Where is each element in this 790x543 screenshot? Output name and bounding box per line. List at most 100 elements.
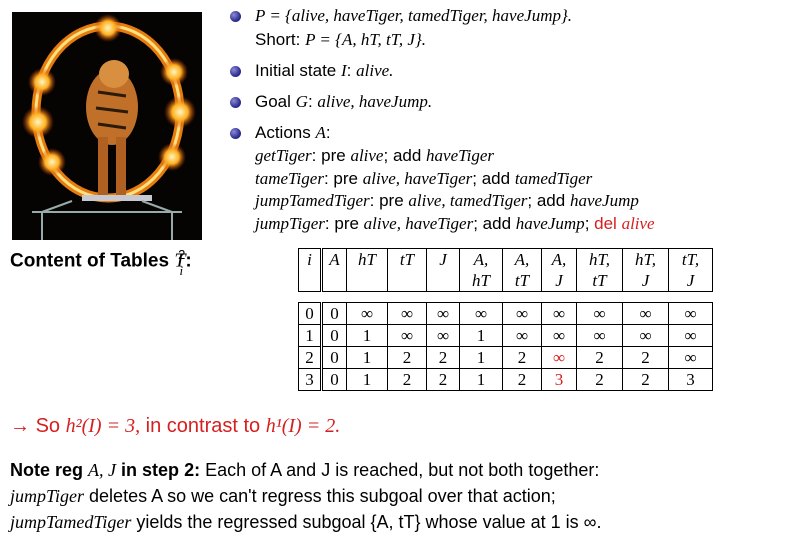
- header-line: J: [641, 271, 650, 290]
- pre-keyword: pre: [334, 213, 359, 233]
- table-cell: 2: [502, 346, 542, 369]
- table-cell: ∞: [459, 302, 503, 325]
- action-pre: alive, haveTiger: [362, 168, 473, 188]
- header-line: tT: [592, 271, 607, 290]
- add-keyword: add: [482, 213, 512, 233]
- table-cell: ∞: [541, 324, 577, 347]
- table-cell: 0: [321, 324, 347, 347]
- table-cell: ∞: [576, 324, 623, 347]
- action-pre: alive: [350, 146, 384, 165]
- propositions-def: P = {alive, haveTiger, tamedTiger, haveJ…: [255, 6, 573, 25]
- header-line: tT: [514, 271, 530, 290]
- note-step: 2:: [184, 460, 201, 480]
- add-keyword: add: [536, 191, 566, 210]
- add-keyword: add: [392, 146, 422, 165]
- conclusion-h2: h²(I) = 3,: [65, 415, 141, 437]
- table-cell: ∞: [622, 324, 669, 347]
- table-cell: 3: [668, 368, 713, 391]
- add-keyword: add: [481, 168, 511, 188]
- table-cell: 1: [459, 368, 503, 391]
- column-header: J: [426, 248, 460, 292]
- action-pre: alive, tamedTiger: [408, 191, 528, 210]
- table-cell: 2: [426, 368, 460, 391]
- table-body: 0 0 ∞ ∞ ∞ ∞ ∞ ∞ ∞ ∞ ∞ 1 0 1 ∞ ∞ 1 ∞ ∞ ∞ ∞ ∞ 2 0 1 2 2 1 2 ∞ 2 2 ∞ 3 0 1 2 2 1 2…: [298, 302, 713, 391]
- arrow-icon: →: [10, 415, 30, 437]
- header-line: i: [307, 250, 312, 269]
- action-del: alive: [621, 213, 655, 233]
- action-name: tameTiger: [255, 168, 324, 188]
- table-cell: ∞: [668, 324, 713, 347]
- conclusion-h1: h¹(I) = 2.: [265, 415, 341, 437]
- table-cell: ∞: [346, 302, 388, 325]
- table-cell: 3: [541, 368, 577, 391]
- conclusion: → So h²(I) = 3, in contrast to h¹(I) = 2…: [10, 415, 340, 438]
- goal-value: alive, haveJump.: [317, 92, 433, 111]
- table-cell: ∞: [387, 324, 427, 347]
- column-header: A, tT: [502, 248, 542, 292]
- table-title: Content of Tables Ti2:: [10, 247, 192, 279]
- header-line: A,: [473, 250, 489, 269]
- goal-var: G: [295, 92, 308, 111]
- table-cell: 2: [298, 346, 323, 369]
- table-cell: ∞: [668, 346, 713, 369]
- column-header: tT, J: [668, 248, 713, 292]
- conclusion-contrast: in contrast to: [145, 415, 261, 437]
- table-cell: ∞: [426, 302, 460, 325]
- table-cell: 2: [426, 346, 460, 369]
- table-cell: 1: [346, 346, 388, 369]
- action-add: tamedTiger: [514, 168, 593, 188]
- table-cell: ∞: [426, 324, 460, 347]
- action-name: getTiger: [255, 146, 312, 165]
- table-title-text: Content of Tables: [10, 250, 170, 272]
- table-row: 1 0 1 ∞ ∞ 1 ∞ ∞ ∞ ∞ ∞: [298, 324, 713, 347]
- bullet-propositions: P = {alive, haveTiger, tamedTiger, haveJ…: [228, 4, 788, 52]
- bullet-icon: [230, 66, 241, 77]
- header-line: J: [555, 271, 563, 290]
- header-line: A: [329, 250, 340, 269]
- header-line: A,: [551, 250, 567, 269]
- action-pre: alive, haveTiger: [363, 213, 474, 233]
- action-line: getTiger: pre alive; add haveTiger: [255, 146, 495, 165]
- column-header: i: [298, 248, 323, 292]
- column-header: tT: [387, 248, 427, 292]
- table-cell: 2: [622, 368, 669, 391]
- column-header: hT, tT: [576, 248, 623, 292]
- note-action-jumptiger: jumpTiger: [10, 486, 85, 506]
- header-line: hT: [472, 271, 490, 290]
- actions-label: Actions: [255, 123, 311, 142]
- table-cell: 0: [321, 346, 347, 369]
- table-row: 2 0 1 2 2 1 2 ∞ 2 2 ∞: [298, 346, 713, 369]
- table-cell: 2: [622, 346, 669, 369]
- note-line3: yields the regressed subgoal {A, tT} who…: [136, 512, 602, 532]
- table-cell: 2: [576, 368, 623, 391]
- table-cell: 2: [502, 368, 542, 391]
- bullet-goal: Goal G: alive, haveJump.: [228, 90, 788, 114]
- action-add: haveTiger: [426, 146, 495, 165]
- table-cell: 2: [387, 368, 427, 391]
- action-add: haveJump: [569, 191, 639, 210]
- column-header: hT: [346, 248, 388, 292]
- pre-keyword: pre: [321, 146, 346, 165]
- table-cell: ∞: [387, 302, 427, 325]
- bullet-icon: [230, 128, 241, 139]
- column-header: A, hT: [459, 248, 503, 292]
- table-cell: ∞: [668, 302, 713, 325]
- bullet-actions: Actions A:: [228, 121, 788, 145]
- tiger-fire-ring-image: [12, 12, 202, 240]
- header-line: J: [439, 250, 447, 269]
- header-line: tT,: [681, 250, 700, 269]
- actions-var: A: [315, 123, 326, 142]
- bullet-icon: [230, 97, 241, 108]
- table-cell: 1: [459, 346, 503, 369]
- pre-keyword: pre: [333, 168, 358, 188]
- table-cell: ∞: [502, 324, 542, 347]
- table-cell: 1: [346, 324, 388, 347]
- table-cell: 1: [346, 368, 388, 391]
- initial-var: I: [341, 61, 347, 80]
- header-line: hT: [358, 250, 376, 269]
- note-step-label: in step: [121, 460, 180, 480]
- header-line: hT,: [635, 250, 656, 269]
- table-cell: 1: [459, 324, 503, 347]
- header-line: tT: [399, 250, 415, 269]
- bullet-initial-state: Initial state I: alive.: [228, 59, 788, 83]
